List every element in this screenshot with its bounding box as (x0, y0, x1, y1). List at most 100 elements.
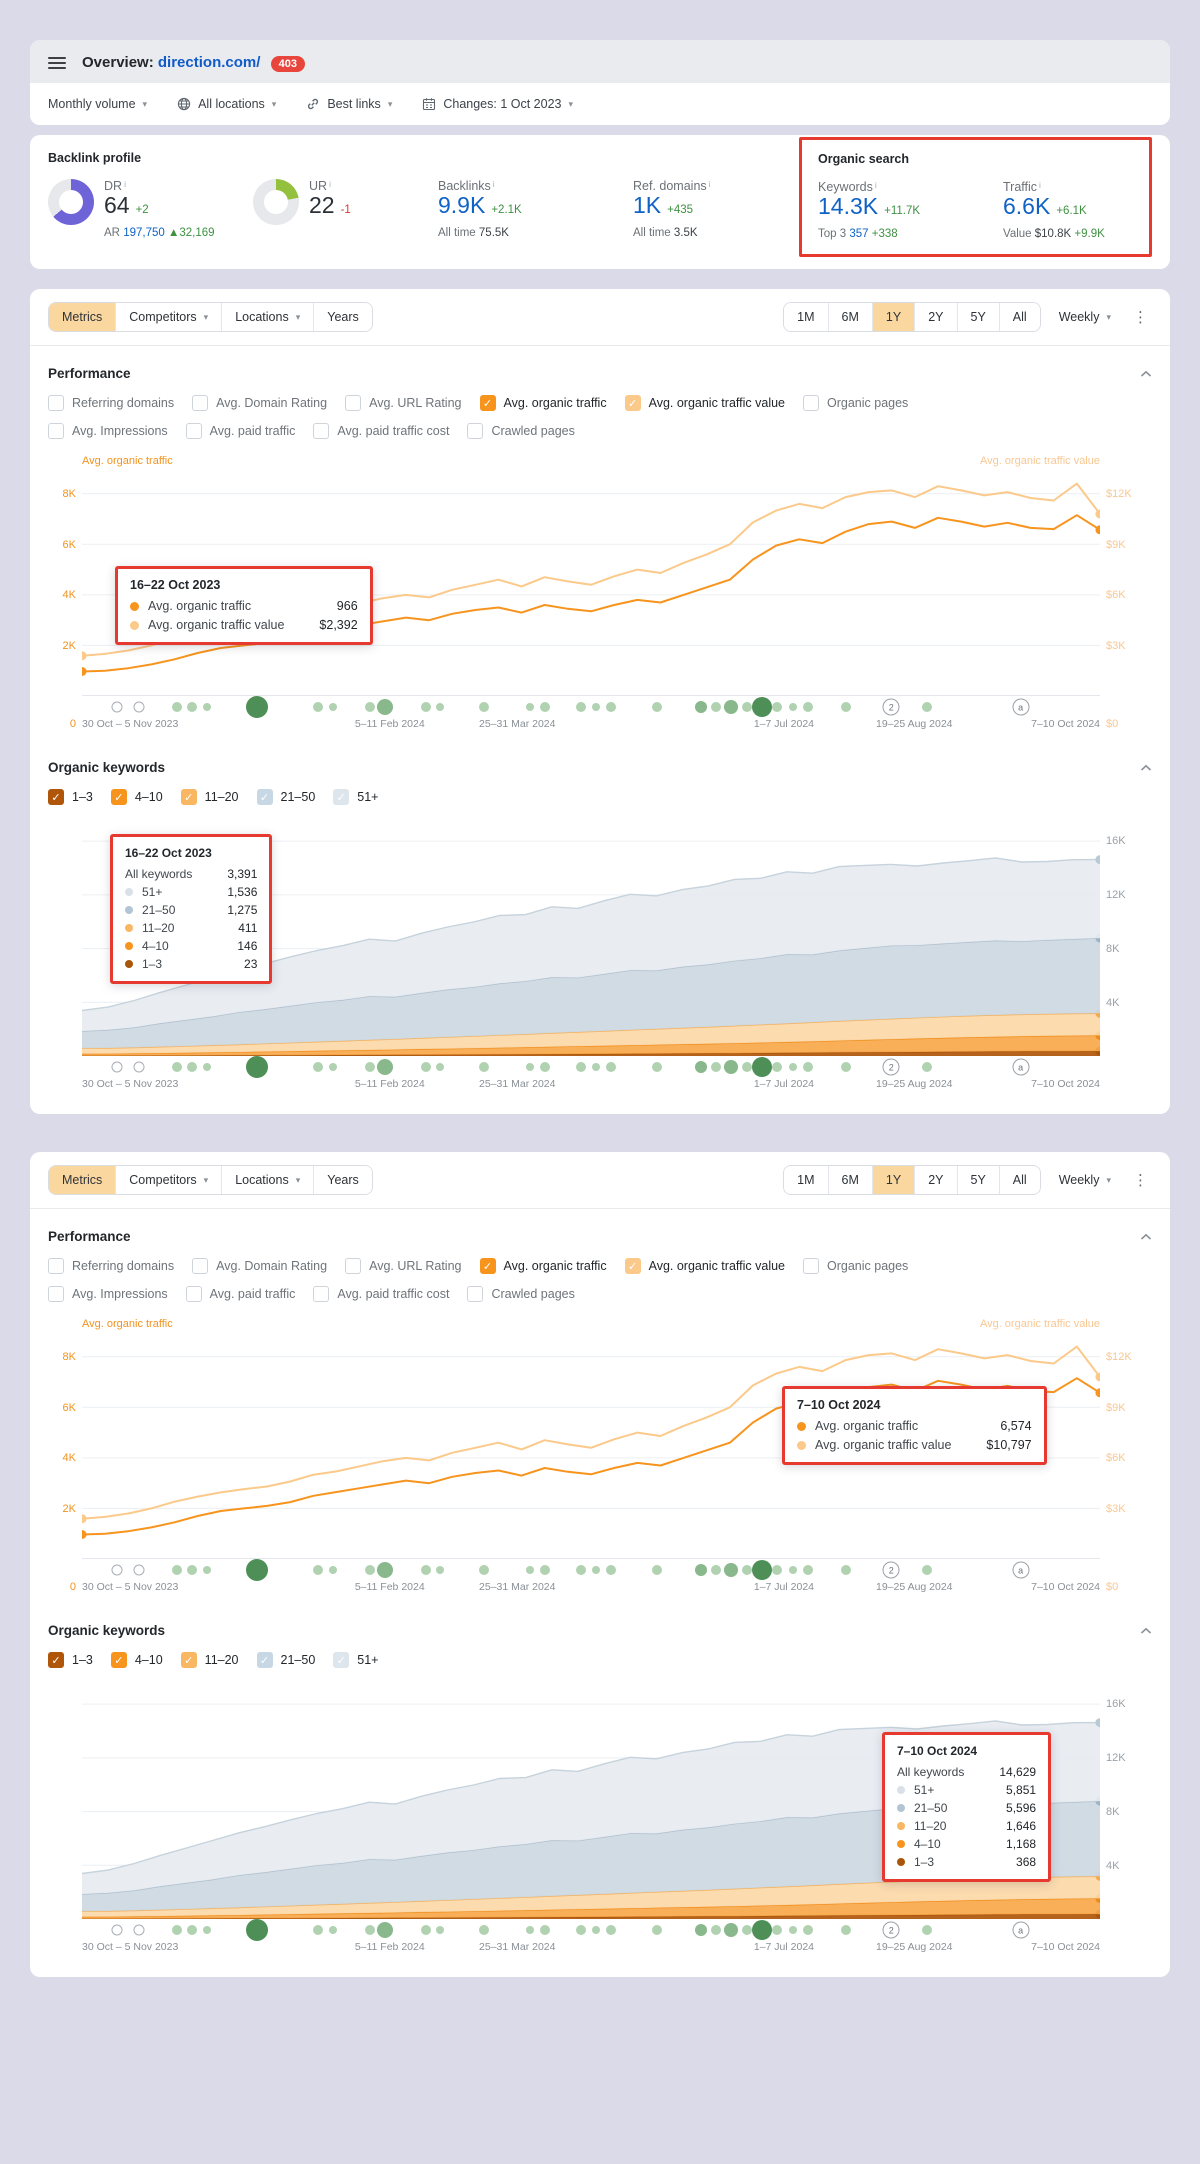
domain-link[interactable]: direction.com/ (158, 54, 261, 71)
checkbox-avg-organic-traffic[interactable]: ✓ Avg. organic traffic (480, 1258, 607, 1274)
timeline-event-dot[interactable] (203, 1566, 211, 1574)
timeline-event-dot[interactable] (313, 1925, 323, 1935)
interval-dropdown[interactable]: Weekly▾ (1059, 310, 1111, 324)
timeline-event-dot[interactable] (841, 702, 851, 712)
timeline-ring-icon[interactable] (134, 1062, 145, 1073)
timeline-event-dot[interactable] (421, 702, 431, 712)
info-icon[interactable]: i (124, 179, 126, 189)
timeline-event-dot[interactable] (365, 1925, 375, 1935)
range-2y-button[interactable]: 2Y (914, 303, 956, 331)
tab-competitors[interactable]: Competitors▾ (115, 1166, 221, 1194)
timeline-marker-a[interactable]: a (1012, 1922, 1029, 1939)
timeline-event-dot[interactable] (742, 702, 752, 712)
timeline-event-dot[interactable] (752, 1920, 772, 1940)
tab-years[interactable]: Years (313, 303, 372, 331)
tab-metrics[interactable]: Metrics (49, 303, 115, 331)
timeline-event-dot[interactable] (436, 1063, 444, 1071)
checkbox-11-20[interactable]: ✓ 11–20 (181, 1652, 239, 1668)
timeline-event-dot[interactable] (365, 1565, 375, 1575)
timeline-event-dot[interactable] (187, 702, 197, 712)
timeline-event-dot[interactable] (172, 1062, 182, 1072)
info-icon[interactable]: i (709, 179, 711, 189)
timeline-event-dot[interactable] (246, 1559, 268, 1581)
performance-plot-area[interactable]: 7–10 Oct 2024 Avg. organic traffic6,574A… (82, 1334, 1100, 1559)
timeline-event-dot[interactable] (789, 1566, 797, 1574)
timeline-event-dot[interactable] (841, 1925, 851, 1935)
timeline-event-dot[interactable] (421, 1565, 431, 1575)
range-1y-button[interactable]: 1Y (872, 1166, 914, 1194)
checkbox-referring-domains[interactable]: Referring domains (48, 395, 174, 411)
timeline-event-dot[interactable] (187, 1925, 197, 1935)
checkbox-11-20[interactable]: ✓ 11–20 (181, 789, 239, 805)
checkbox-crawled-pages[interactable]: Crawled pages (467, 1286, 574, 1302)
timeline-event-dot[interactable] (576, 1062, 586, 1072)
timeline-marker-a[interactable]: a (1012, 699, 1029, 716)
filter-changes-1-oct-2023[interactable]: Changes: 1 Oct 2023 ▾ (422, 97, 573, 111)
checkbox-avg-paid-traffic-cost[interactable]: Avg. paid traffic cost (313, 423, 449, 439)
timeline-event-dot[interactable] (540, 1062, 550, 1072)
timeline-ring-icon[interactable] (111, 1062, 122, 1073)
timeline-event-dot[interactable] (313, 1565, 323, 1575)
timeline-marker-2[interactable]: 2 (883, 1059, 900, 1076)
timeline-event-dot[interactable] (172, 702, 182, 712)
checkbox-1-3[interactable]: ✓ 1–3 (48, 789, 93, 805)
checkbox-avg-url-rating[interactable]: Avg. URL Rating (345, 395, 461, 411)
timeline-event-dot[interactable] (365, 1062, 375, 1072)
timeline-event-dot[interactable] (772, 1062, 782, 1072)
range-5y-button[interactable]: 5Y (957, 303, 999, 331)
timeline-event-dot[interactable] (652, 1925, 662, 1935)
timeline-event-dot[interactable] (789, 1063, 797, 1071)
timeline-event-dot[interactable] (365, 702, 375, 712)
filter-all-locations[interactable]: All locations ▾ (177, 97, 276, 111)
interval-dropdown[interactable]: Weekly▾ (1059, 1173, 1111, 1187)
checkbox-21-50[interactable]: ✓ 21–50 (257, 1652, 316, 1668)
range-1m-button[interactable]: 1M (784, 303, 827, 331)
range-1m-button[interactable]: 1M (784, 1166, 827, 1194)
timeline-event-dot[interactable] (606, 702, 616, 712)
timeline-event-dot[interactable] (436, 1926, 444, 1934)
checkbox-avg-organic-traffic-value[interactable]: ✓ Avg. organic traffic value (625, 395, 785, 411)
timeline-event-dot[interactable] (540, 702, 550, 712)
menu-icon[interactable] (48, 57, 66, 69)
checkbox-crawled-pages[interactable]: Crawled pages (467, 423, 574, 439)
timeline-event-dot[interactable] (724, 1563, 738, 1577)
timeline-event-dot[interactable] (479, 1062, 489, 1072)
collapse-chevron-up-icon[interactable] (1140, 764, 1152, 772)
range-5y-button[interactable]: 5Y (957, 1166, 999, 1194)
timeline-event-dot[interactable] (652, 1062, 662, 1072)
timeline-event-dot[interactable] (540, 1925, 550, 1935)
timeline-event-dot[interactable] (742, 1062, 752, 1072)
timeline-ring-icon[interactable] (111, 1565, 122, 1576)
checkbox-21-50[interactable]: ✓ 21–50 (257, 789, 316, 805)
kebab-menu-icon[interactable]: ⋮ (1129, 308, 1152, 326)
info-icon[interactable]: i (329, 179, 331, 189)
timeline-ring-icon[interactable] (134, 702, 145, 713)
timeline-event-dot[interactable] (576, 1925, 586, 1935)
performance-plot-area[interactable]: 16–22 Oct 2023 Avg. organic traffic966Av… (82, 471, 1100, 696)
timeline-event-dot[interactable] (841, 1565, 851, 1575)
checkbox-avg-organic-traffic[interactable]: ✓ Avg. organic traffic (480, 395, 607, 411)
timeline-event-dot[interactable] (246, 1056, 268, 1078)
timeline-event-dot[interactable] (772, 1925, 782, 1935)
timeline-event-dot[interactable] (421, 1062, 431, 1072)
timeline-event-dot[interactable] (313, 702, 323, 712)
info-icon[interactable]: i (1039, 180, 1041, 190)
keywords-plot-area[interactable]: 7–10 Oct 2024 All keywords14,629 51+5,85… (82, 1684, 1100, 1919)
timeline-event-dot[interactable] (695, 1924, 707, 1936)
timeline-event-dot[interactable] (329, 1063, 337, 1071)
info-icon[interactable]: i (493, 179, 495, 189)
timeline-event-dot[interactable] (526, 1063, 534, 1071)
checkbox-avg-impressions[interactable]: Avg. Impressions (48, 423, 168, 439)
checkbox-avg-url-rating[interactable]: Avg. URL Rating (345, 1258, 461, 1274)
metric-value[interactable]: 9.9K+2.1K (438, 193, 522, 218)
timeline-event-dot[interactable] (329, 1926, 337, 1934)
timeline-event-dot[interactable] (711, 702, 721, 712)
timeline-ring-icon[interactable] (134, 1565, 145, 1576)
timeline-event-dot[interactable] (772, 1565, 782, 1575)
timeline-event-dot[interactable] (246, 696, 268, 718)
timeline-marker-2[interactable]: 2 (883, 1922, 900, 1939)
timeline-ring-icon[interactable] (111, 1925, 122, 1936)
timeline-event-dot[interactable] (329, 1566, 337, 1574)
range-6m-button[interactable]: 6M (828, 303, 872, 331)
tab-competitors[interactable]: Competitors▾ (115, 303, 221, 331)
